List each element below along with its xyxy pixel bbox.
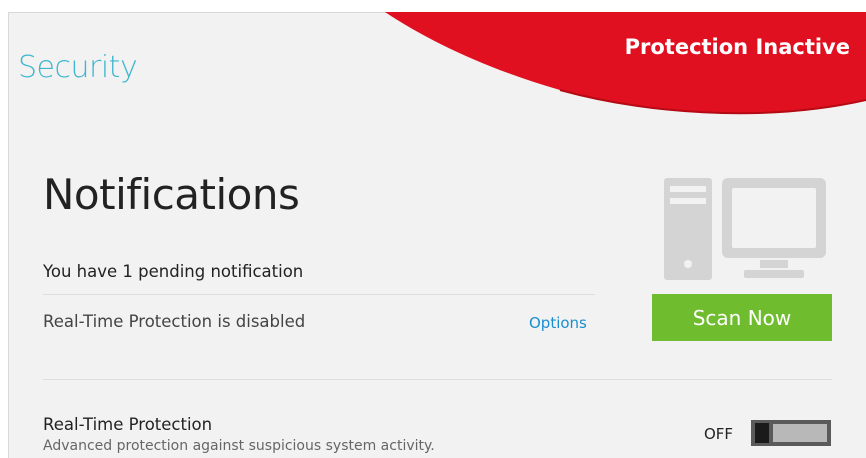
toggle-state-label: OFF xyxy=(704,425,734,443)
scan-now-button[interactable]: Scan Now xyxy=(652,294,832,341)
section-divider xyxy=(43,379,832,380)
toggle-knob[interactable] xyxy=(755,423,769,443)
divider xyxy=(43,294,595,295)
page-title: Notifications xyxy=(43,170,300,219)
app-window: Protection Inactive Security Notificatio… xyxy=(0,0,866,458)
realtime-protection-title: Real-Time Protection xyxy=(43,415,213,434)
realtime-protection-toggle[interactable] xyxy=(751,420,831,446)
computer-icon xyxy=(664,178,826,280)
protection-status-text: Protection Inactive xyxy=(624,35,850,59)
toggle-inner xyxy=(773,424,827,442)
options-link[interactable]: Options xyxy=(529,314,587,332)
realtime-protection-description: Advanced protection against suspicious s… xyxy=(43,438,435,454)
app-title: Security xyxy=(18,50,138,85)
notification-message: Real-Time Protection is disabled xyxy=(43,312,306,331)
pending-count-text: You have 1 pending notification xyxy=(43,262,304,281)
